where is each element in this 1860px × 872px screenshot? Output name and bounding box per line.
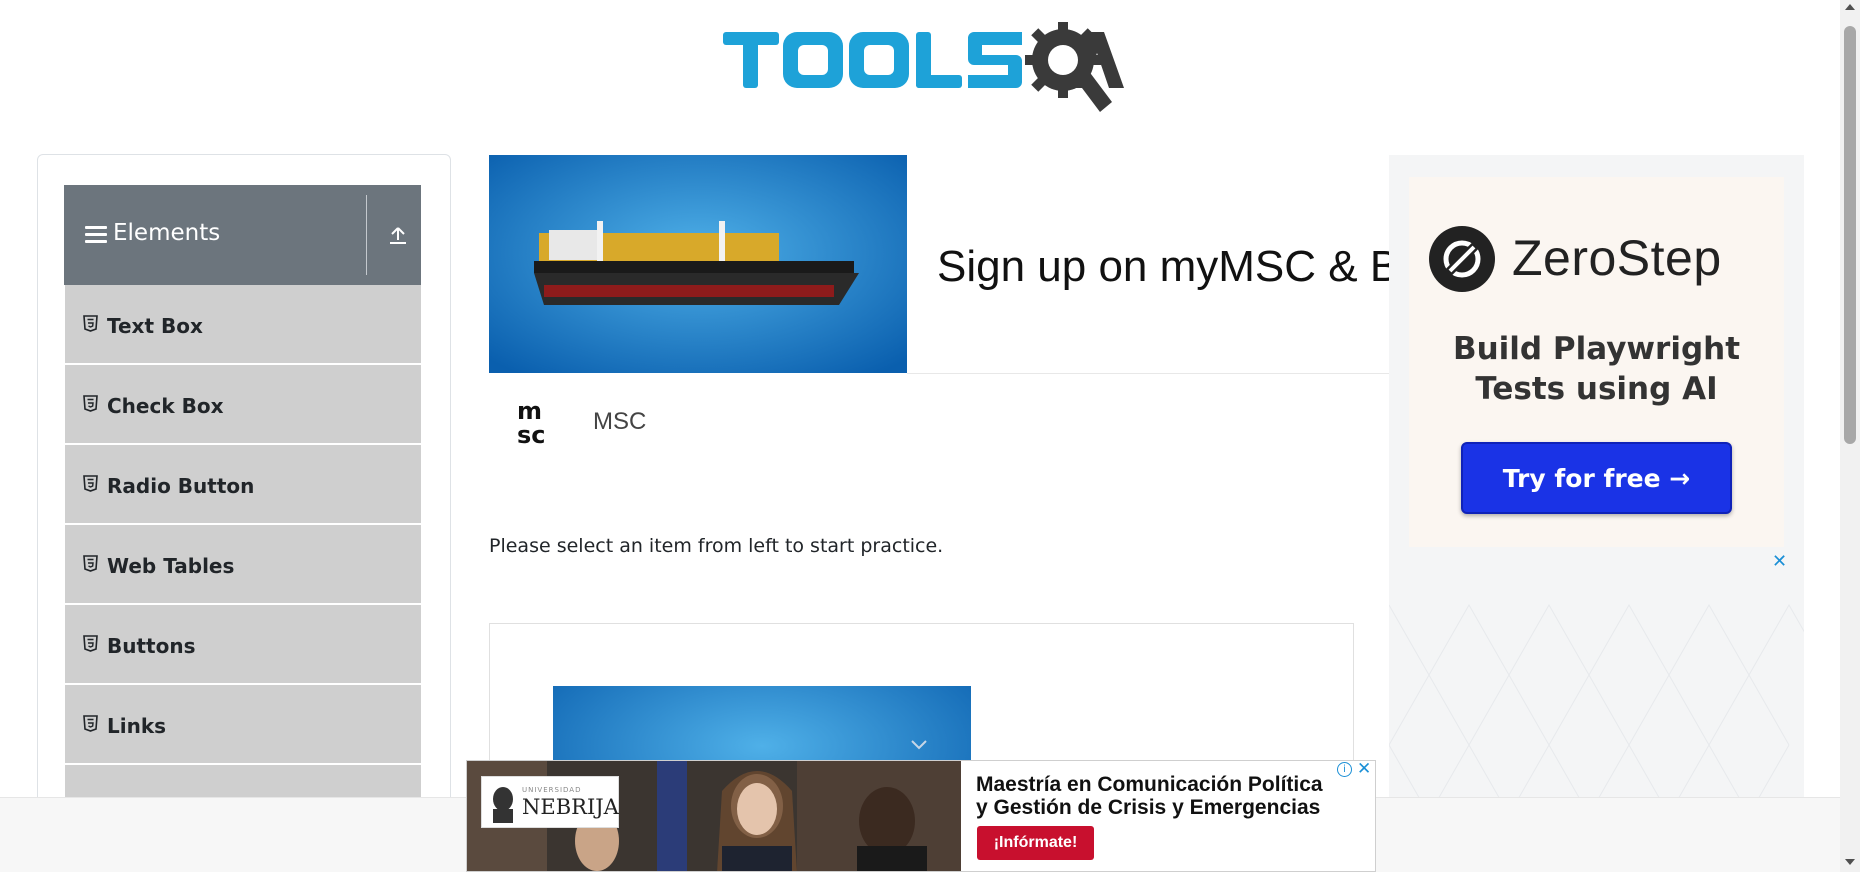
group-title: Elements	[113, 220, 221, 246]
nebrija-logo: UNIVERSIDAD NEBRIJA	[481, 776, 619, 828]
sidebar-item-label: Links	[107, 714, 167, 738]
header-divider	[366, 195, 367, 275]
sidebar-item-label: Web Tables	[107, 554, 235, 578]
html5-icon	[83, 715, 98, 732]
banner-headline: Maestría en Comunicación Política y Gest…	[976, 773, 1371, 819]
chevron-down-icon	[911, 740, 927, 750]
msc-logo: m sc	[517, 397, 546, 447]
sidebar-item-label: Text Box	[107, 314, 203, 338]
container-ship-image	[489, 155, 907, 373]
collapse-up-icon[interactable]	[386, 223, 410, 247]
banner-line-1: Maestría en Comunicación Política	[976, 773, 1323, 796]
sidebar-item-buttons[interactable]: Buttons	[64, 605, 421, 685]
sidebar-item-check-box[interactable]: Check Box	[64, 365, 421, 445]
info-icon[interactable]: i	[1337, 762, 1352, 777]
elements-menu-list: Text Box Check Box Radio Button Web Tabl…	[64, 285, 421, 845]
close-icon[interactable]: ✕	[1357, 761, 1371, 779]
university-label: UNIVERSIDAD	[522, 786, 582, 794]
zerostep-brand: ZeroStep	[1512, 230, 1722, 286]
scroll-up-arrow-icon[interactable]	[1845, 4, 1855, 10]
scrollbar-thumb[interactable]	[1844, 26, 1856, 444]
ad-divider	[907, 373, 1389, 374]
tagline-line-1: Build Playwright	[1452, 331, 1741, 367]
vertical-scrollbar[interactable]	[1840, 0, 1860, 872]
svg-text:sc: sc	[517, 421, 546, 447]
html5-icon	[83, 555, 98, 572]
html5-icon	[83, 635, 98, 652]
msc-brand-row[interactable]: m sc MSC	[489, 375, 1389, 465]
zerostep-card: ZeroStep Build Playwright Tests using AI…	[1409, 177, 1784, 547]
zerostep-tagline: Build Playwright Tests using AI	[1409, 329, 1784, 409]
zerostep-ad[interactable]: ZeroStep Build Playwright Tests using AI…	[1389, 155, 1804, 872]
nebrija-portrait-icon	[493, 787, 513, 823]
sidebar-item-label: Check Box	[107, 394, 224, 418]
try-for-free-button[interactable]: Try for free →	[1461, 442, 1732, 514]
scroll-down-arrow-icon[interactable]	[1845, 859, 1855, 865]
zerostep-logo-icon	[1429, 226, 1495, 292]
practice-instruction: Please select an item from left to start…	[489, 535, 944, 557]
html5-icon	[83, 315, 98, 332]
ad-brand-name: MSC	[593, 408, 647, 435]
university-name: NEBRIJA	[522, 795, 619, 819]
msc-ad[interactable]: Sign up on myMSC & B	[489, 155, 1389, 375]
sidebar-item-text-box[interactable]: Text Box	[64, 285, 421, 365]
nebrija-banner-ad[interactable]: UNIVERSIDAD NEBRIJA Maestría en Comunica…	[466, 760, 1376, 872]
menu-icon	[85, 226, 107, 244]
page: Elements Text Box Check Box Radio Button…	[0, 0, 1860, 872]
sidebar-item-web-tables[interactable]: Web Tables	[64, 525, 421, 605]
html5-icon	[83, 395, 98, 412]
sidebar-item-label: Buttons	[107, 634, 196, 658]
sidebar-item-radio-button[interactable]: Radio Button	[64, 445, 421, 525]
informate-button[interactable]: ¡Infórmate!	[977, 826, 1094, 860]
banner-line-2: y Gestión de Crisis y Emergencias	[976, 796, 1321, 819]
sidebar-item-label: Radio Button	[107, 474, 255, 498]
ad-headline: Sign up on myMSC & B	[937, 242, 1389, 291]
toolsqa-logo[interactable]	[720, 18, 1125, 118]
tagline-line-2: Tests using AI	[1475, 371, 1718, 407]
close-icon[interactable]: ✕	[1772, 551, 1787, 572]
html5-icon	[83, 475, 98, 492]
elements-group-header[interactable]: Elements	[64, 185, 421, 285]
sidebar-item-links[interactable]: Links	[64, 685, 421, 765]
